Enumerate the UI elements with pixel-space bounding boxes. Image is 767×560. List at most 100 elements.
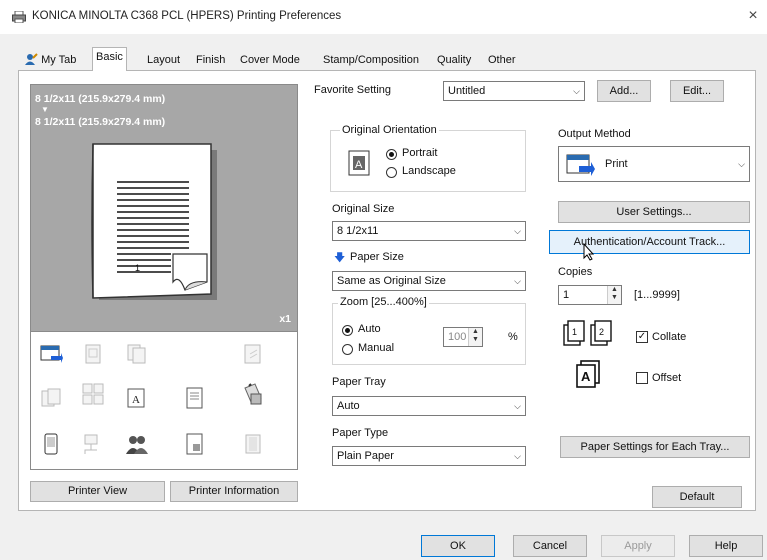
font-icon[interactable]: A	[125, 386, 149, 410]
chevron-down-icon: ⌵	[514, 226, 521, 236]
tab-label: My Tab	[41, 54, 77, 66]
print-preview: 8 1/2x11 (215.9x279.4 mm) ▼ 8 1/2x11 (21…	[30, 84, 298, 332]
tab-finish[interactable]: Finish	[192, 50, 229, 70]
apply-button[interactable]: Apply	[601, 535, 675, 557]
tab-label: Quality	[437, 54, 472, 66]
combine-icon[interactable]	[39, 386, 63, 410]
paper-tray-value: Auto	[337, 400, 360, 412]
landscape-label: Landscape	[402, 165, 456, 177]
tab-other[interactable]: Other	[484, 50, 520, 70]
paper-settings-each-tray-button[interactable]: Paper Settings for Each Tray...	[560, 436, 750, 458]
zoom-unit: %	[508, 331, 518, 343]
collate-label: Collate	[652, 331, 687, 343]
favorite-setting-label: Favorite Setting	[314, 84, 392, 96]
paper-size-select[interactable]: Same as Original Size ⌵	[332, 271, 526, 291]
orientation-group-label: Original Orientation	[340, 124, 439, 136]
svg-text:2: 2	[599, 327, 604, 337]
collate-icon: 1 2	[563, 320, 612, 346]
output-method-label: Output Method	[558, 128, 631, 140]
preview-copy-count: x1	[279, 313, 291, 325]
svg-text:1: 1	[572, 327, 577, 337]
svg-text:A: A	[132, 394, 140, 406]
print-output-icon[interactable]	[39, 342, 63, 366]
chevron-down-icon: ⌵	[514, 276, 521, 286]
mobile-device-icon[interactable]	[39, 432, 63, 456]
cancel-button[interactable]: Cancel	[513, 535, 587, 557]
chevron-down-icon: ⌵	[514, 451, 521, 461]
zoom-manual-label: Manual	[358, 342, 395, 354]
tab-label: Layout	[147, 54, 181, 66]
copies-stepper[interactable]: 1 ▲ ▼	[558, 285, 622, 305]
print-output-icon	[566, 154, 595, 176]
original-size-select[interactable]: 8 1/2x11 ⌵	[332, 221, 526, 241]
offset-checkbox[interactable]	[636, 372, 648, 384]
stapled-pages-icon[interactable]	[241, 382, 265, 406]
watermark-icon[interactable]	[241, 342, 265, 366]
collate-checkbox[interactable]: ✓	[636, 331, 648, 343]
tab-stamp-composition[interactable]: Stamp/Composition	[319, 50, 423, 70]
original-size-label: Original Size	[332, 203, 395, 215]
paper-tray-select[interactable]: Auto ⌵	[332, 396, 526, 416]
help-button[interactable]: Help	[689, 535, 763, 557]
edit-favorite-button[interactable]: Edit...	[670, 80, 724, 102]
zoom-value-stepper[interactable]: 100 ▲ ▼	[443, 327, 483, 347]
svg-text:A: A	[581, 369, 591, 384]
toner-save-icon[interactable]	[241, 432, 265, 456]
offset-icon: A	[576, 360, 600, 388]
output-method-select[interactable]: Print ⌵	[558, 146, 750, 182]
tab-my-tab[interactable]: My Tab	[21, 50, 80, 70]
user-settings-button[interactable]: User Settings...	[558, 201, 750, 223]
favorite-setting-value: Untitled	[448, 85, 486, 97]
paper-type-select[interactable]: Plain Paper ⌵	[332, 446, 526, 466]
paper-size-label: Paper Size	[350, 251, 404, 263]
original-size-value: 8 1/2x11	[337, 225, 379, 237]
cursor-icon	[583, 243, 595, 261]
tab-quality[interactable]: Quality	[433, 50, 475, 70]
copies-range: [1...9999]	[634, 289, 680, 301]
person-icon	[25, 53, 38, 65]
zoom-value: 100	[448, 331, 467, 343]
portrait-page-icon: A	[348, 150, 370, 176]
authentication-button[interactable]: Authentication/Account Track...	[549, 230, 750, 254]
function-icon-grid: A	[30, 332, 298, 470]
users-icon[interactable]	[125, 432, 149, 456]
default-button[interactable]: Default	[652, 486, 742, 508]
duplicate-pages-icon[interactable]	[125, 342, 149, 366]
tab-layout[interactable]: Layout	[143, 50, 184, 70]
network-icon[interactable]	[81, 432, 105, 456]
zoom-manual-radio[interactable]	[342, 344, 353, 355]
tab-basic[interactable]: Basic	[92, 47, 127, 71]
landscape-radio[interactable]	[386, 167, 397, 178]
portrait-radio[interactable]	[386, 149, 397, 160]
booklet-icon[interactable]	[81, 382, 105, 406]
printer-view-button[interactable]: Printer View	[30, 481, 165, 502]
tab-label: Stamp/Composition	[323, 54, 419, 66]
preview-paper-size: 8 1/2x11 (215.9x279.4 mm)	[35, 116, 166, 128]
zoom-auto-radio[interactable]	[342, 325, 353, 336]
zoom-auto-label: Auto	[358, 323, 381, 335]
chevron-down-icon: ⌵	[514, 401, 521, 411]
tab-cover-mode[interactable]: Cover Mode	[236, 50, 304, 70]
page-preview-icon	[91, 143, 217, 300]
printer-icon	[12, 11, 26, 23]
copy-icon[interactable]	[81, 342, 105, 366]
favorite-setting-select[interactable]: Untitled ⌵	[443, 81, 585, 101]
ok-button[interactable]: OK	[421, 535, 495, 557]
zoom-group-label: Zoom [25...400%]	[338, 296, 429, 308]
document-icon[interactable]	[183, 386, 207, 410]
paper-type-label: Paper Type	[332, 427, 389, 439]
add-favorite-button[interactable]: Add...	[597, 80, 651, 102]
close-button[interactable]: ×	[744, 6, 762, 26]
portrait-label: Portrait	[402, 147, 438, 159]
tab-label: Cover Mode	[240, 54, 300, 66]
copies-value: 1	[563, 289, 570, 301]
spin-arrows-icon: ▲ ▼	[607, 286, 621, 304]
spin-arrows-icon: ▲ ▼	[468, 328, 482, 346]
chevron-down-icon: ⌵	[573, 86, 580, 96]
printer-information-button[interactable]: Printer Information	[170, 481, 298, 502]
paper-tray-label: Paper Tray	[332, 376, 386, 388]
secure-document-icon[interactable]	[183, 432, 207, 456]
preview-original-size: 8 1/2x11 (215.9x279.4 mm)	[35, 93, 166, 105]
copies-label: Copies	[558, 266, 593, 278]
paper-type-value: Plain Paper	[337, 450, 394, 462]
